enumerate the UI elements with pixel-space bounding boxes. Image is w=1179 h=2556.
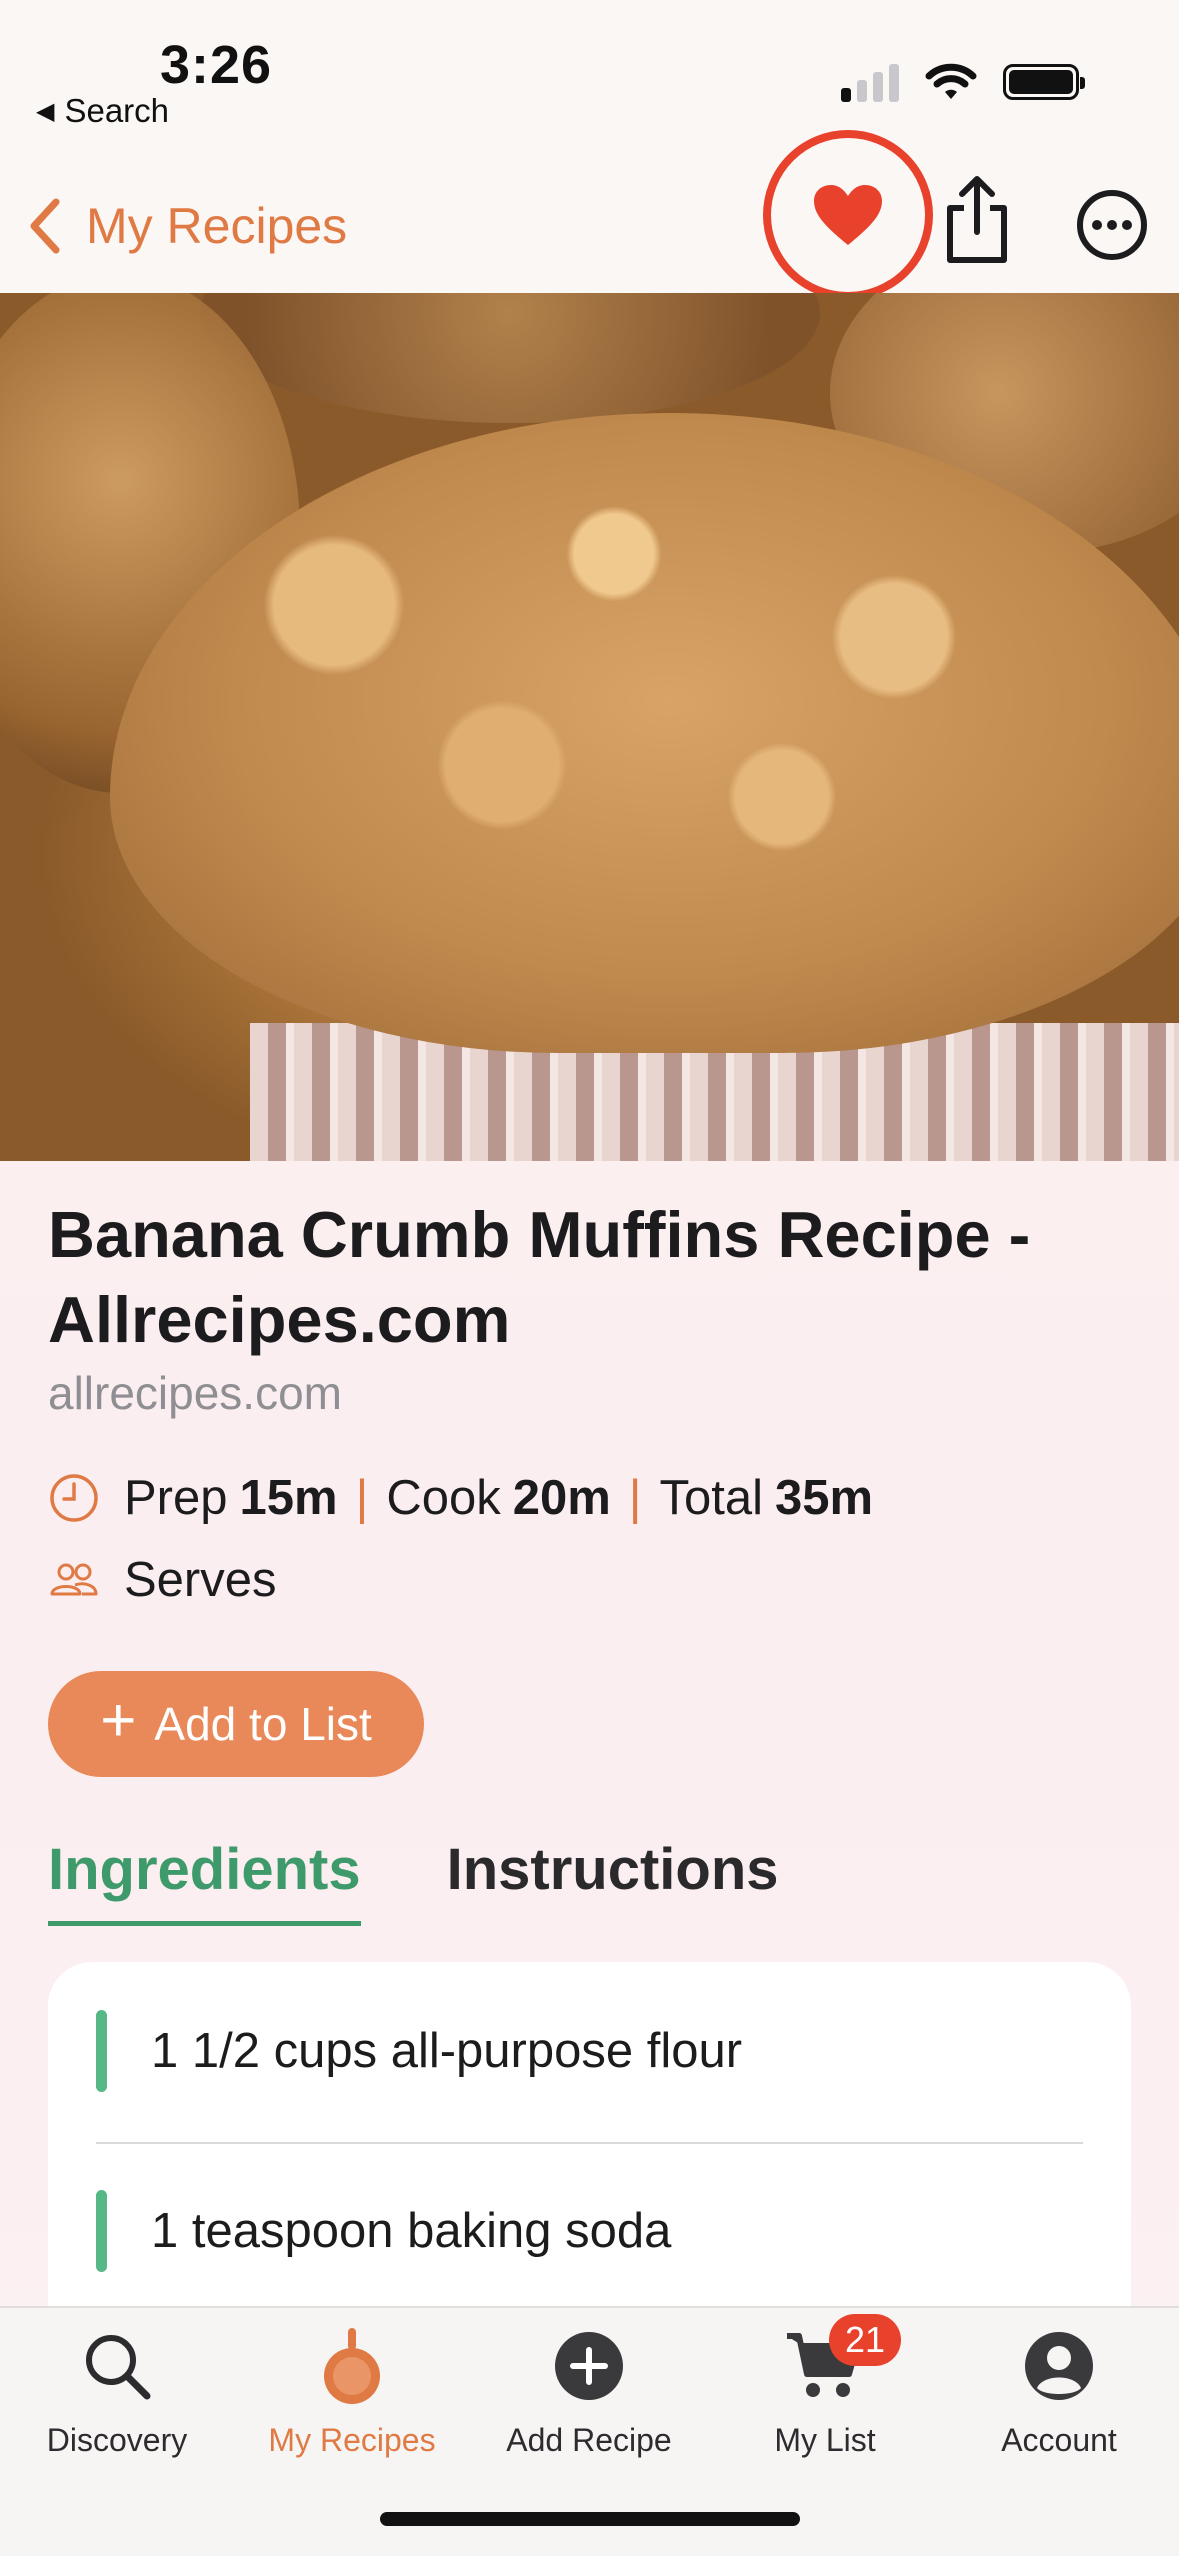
back-app-label: Search [64,92,170,129]
tab-bar-add-recipe[interactable]: Add Recipe [474,2326,704,2459]
favorite-button[interactable] [763,130,933,300]
add-to-list-button[interactable]: + Add to List [48,1671,424,1777]
person-icon [1025,2332,1093,2400]
navigation-bar: My Recipes [0,130,1179,300]
share-button[interactable] [940,174,1014,266]
clock-icon [50,1474,98,1522]
cellular-signal-icon [841,62,899,102]
share-icon [947,176,1007,263]
total-value: 35m [775,1471,874,1525]
heart-icon [814,185,882,245]
serves-label: Serves [124,1553,277,1607]
back-button[interactable]: My Recipes [24,196,347,256]
cook-value: 20m [512,1471,611,1525]
ellipsis-circle-icon [1077,190,1147,260]
list-item[interactable]: 1 1/2 cups all-purpose flour [96,2010,1083,2092]
back-button-label: My Recipes [86,198,348,254]
pan-icon [324,2328,380,2404]
tab-bar-my-list[interactable]: 21 My List [710,2314,940,2459]
tab-bar-discovery[interactable]: Discovery [2,2326,232,2459]
total-label: Total [659,1471,764,1525]
status-time: 3:26 [160,35,273,95]
cart-badge: 21 [829,2314,901,2366]
tab-bar-label: My List [774,2422,876,2458]
plus-circle-icon [555,2332,623,2400]
more-options-button[interactable] [1075,188,1149,262]
tab-bar-label: Add Recipe [506,2422,672,2458]
ingredient-marker [96,2010,107,2092]
prep-label: Prep [124,1471,228,1525]
recipe-photo [0,293,1179,1161]
people-icon [50,1563,98,1596]
status-icons [841,62,1085,102]
tab-instructions[interactable]: Instructions [447,1836,779,1926]
recipe-source[interactable]: allrecipes.com [48,1366,342,1420]
tab-bar-label: Account [1001,2422,1117,2458]
search-icon [86,2335,151,2400]
list-item[interactable]: 1 teaspoon baking soda [96,2190,1083,2272]
recipe-title: Banana Crumb Muffins Recipe - Allrecipes… [48,1198,1031,1356]
chevron-left-icon [30,198,60,254]
home-indicator[interactable] [380,2512,800,2526]
back-to-app-link[interactable]: ◀ Search [36,92,169,130]
ingredient-text: 1 teaspoon baking soda [151,2204,672,2258]
ingredient-marker [96,2190,107,2272]
divider [96,2142,1083,2144]
tab-bar-label: Discovery [46,2422,188,2458]
wifi-icon [925,63,977,99]
recipe-tabs: Ingredients Instructions [48,1836,779,1926]
add-to-list-label: Add to List [154,1698,372,1750]
status-bar: 3:26 ◀ Search [0,0,1179,160]
plus-icon: + [100,1686,137,1755]
tab-ingredients[interactable]: Ingredients [48,1836,361,1926]
prep-value: 15m [239,1471,338,1525]
recipe-serves: Serves [48,1552,277,1608]
timing-separator: | [628,1471,642,1525]
battery-icon [1003,64,1085,100]
ingredients-list: 1 1/2 cups all-purpose flour 1 teaspoon … [48,1962,1131,2322]
cook-label: Cook [386,1471,501,1525]
tab-bar-account[interactable]: Account [944,2326,1174,2459]
ingredient-text: 1 1/2 cups all-purpose flour [151,2024,743,2078]
back-triangle-icon: ◀ [36,97,55,125]
tab-bar-my-recipes[interactable]: My Recipes [237,2326,467,2459]
recipe-timing: Prep 15m | Cook 20m | Total 35m [48,1470,873,1526]
tab-bar-label: My Recipes [268,2422,436,2458]
timing-separator: | [355,1471,369,1525]
